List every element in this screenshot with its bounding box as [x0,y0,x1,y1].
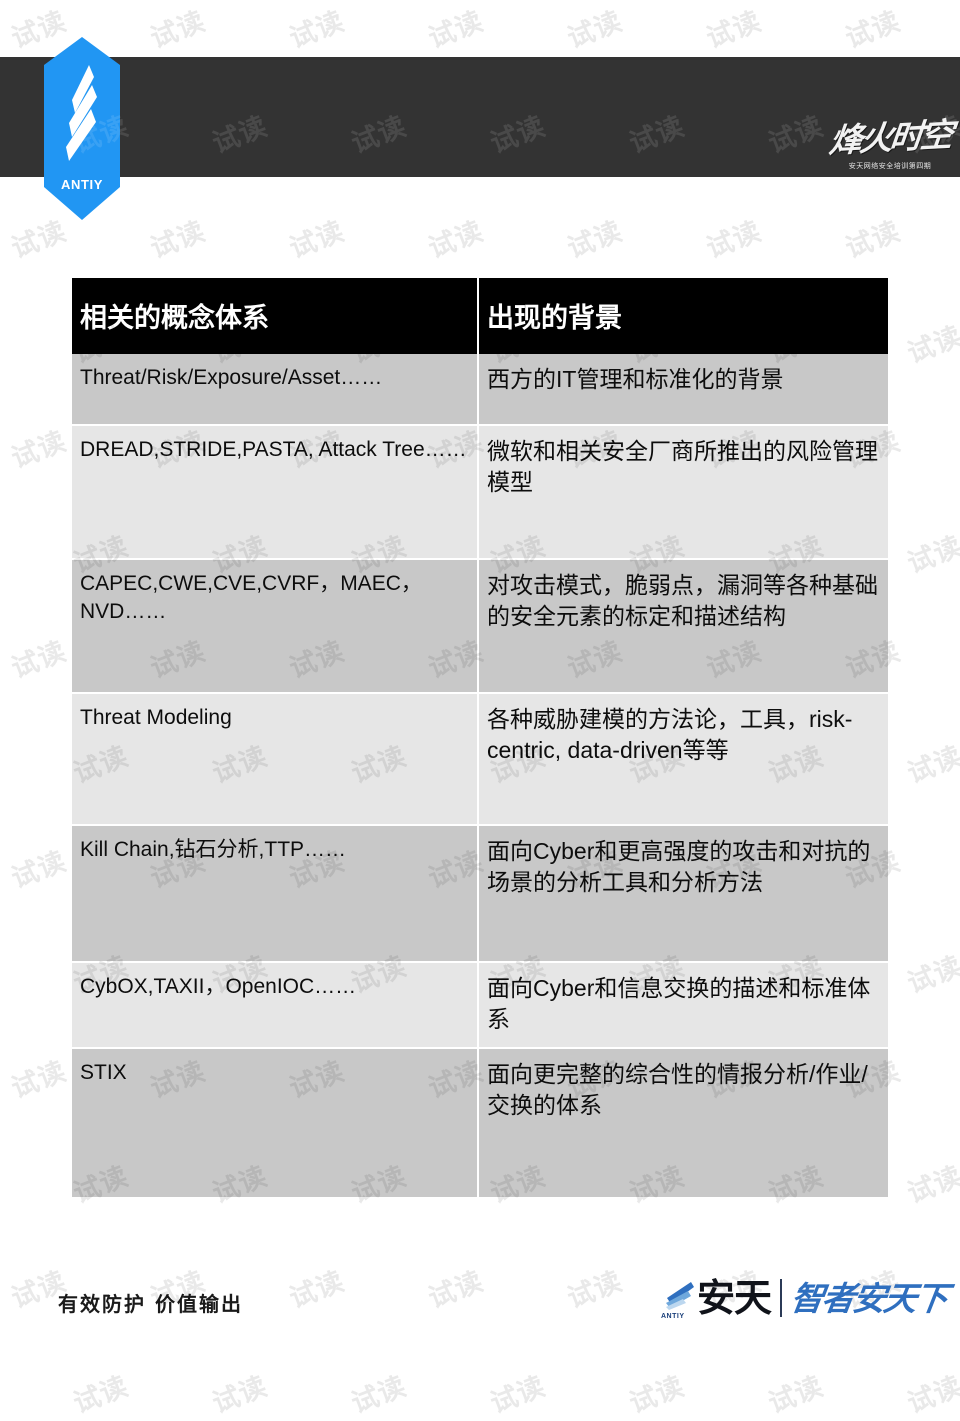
watermark-text: 试读 [7,635,71,684]
brand-divider [780,1279,782,1317]
watermark-text: 试读 [7,845,71,894]
cell-concept: CAPEC,CWE,CVE,CVRF，MAEC，NVD…… [72,559,479,694]
brand-antiy-en: ANTIY [660,1313,685,1320]
cell-background: 各种威胁建模的方法论，工具，risk-centric, data-driven等… [478,693,888,826]
watermark-text: 试读 [702,215,766,264]
table-row: Kill Chain,钻石分析,TTP…… 面向Cyber和更高强度的攻击和对抗… [72,825,888,963]
antiy-wordmark: ANTIY [61,177,103,192]
cell-concept: Threat/Risk/Exposure/Asset…… [72,354,479,426]
course-mark: 烽火时空 安天网络安全培训第四期 [827,66,953,171]
cell-background: 面向Cyber和更高强度的攻击和对抗的场景的分析工具和分析方法 [478,825,888,963]
header-band [0,57,960,177]
watermark-text: 试读 [903,530,960,579]
footer-slogan: 有效防护 价值输出 [58,1292,243,1316]
watermark-text: 试读 [903,1160,960,1209]
watermark-text: 试读 [69,1370,133,1419]
table-row: CAPEC,CWE,CVE,CVRF，MAEC，NVD…… 对攻击模式，脆弱点，… [72,559,888,694]
watermark-text: 试读 [285,1265,349,1314]
watermark-text: 试读 [563,1265,627,1314]
cell-background: 面向Cyber和信息交换的描述和标准体系 [478,962,888,1050]
watermark-text: 试读 [347,1370,411,1419]
antiy-swoosh-icon: ANTIY [660,1278,695,1320]
watermark-text: 试读 [424,1265,488,1314]
watermark-text: 试读 [841,215,905,264]
watermark-text: 试读 [285,215,349,264]
watermark-text: 试读 [903,950,960,999]
watermark-text: 试读 [424,5,488,54]
watermark-text: 试读 [486,1370,550,1419]
brand-antiy-cn: 安天 [696,1276,772,1320]
watermark-text: 试读 [7,1055,71,1104]
watermark-text: 试读 [903,320,960,369]
watermark-text: 试读 [903,740,960,789]
cell-background: 微软和相关安全厂商所推出的风险管理模型 [478,425,888,560]
cell-background: 对攻击模式，脆弱点，漏洞等各种基础的安全元素的标定和描述结构 [478,559,888,694]
table-row: STIX 面向更完整的综合性的情报分析/作业/交换的体系 [72,1048,888,1200]
table-row: CybOX,TAXII，OpenIOC…… 面向Cyber和信息交换的描述和标准… [72,962,888,1050]
watermark-text: 试读 [903,1370,960,1419]
watermark-text: 试读 [146,5,210,54]
cell-background: 西方的IT管理和标准化的背景 [478,354,888,426]
concept-table: 相关的概念体系 出现的背景 Threat/Risk/Exposure/Asset… [72,278,888,1200]
brand-tagline: 智者安天下 [788,1278,949,1318]
cell-concept: CybOX,TAXII，OpenIOC…… [72,962,479,1050]
course-subtitle: 安天网络安全培训第四期 [848,163,932,170]
footer-brand-lockup: ANTIY 安天 智者安天下 [660,1272,949,1324]
course-calligraphy: 烽火时空 [827,114,953,161]
cell-concept: Kill Chain,钻石分析,TTP…… [72,825,479,963]
table-row: Threat/Risk/Exposure/Asset…… 西方的IT管理和标准化… [72,354,888,426]
table-header-row: 相关的概念体系 出现的背景 [72,278,888,354]
cell-concept: STIX [72,1048,479,1200]
table-row: Threat Modeling 各种威胁建模的方法论，工具，risk-centr… [72,693,888,826]
watermark-text: 试读 [208,1370,272,1419]
column-header-concept: 相关的概念体系 [72,278,479,354]
watermark-text: 试读 [563,5,627,54]
antiy-logo: ANTIY [42,37,122,220]
watermark-text: 试读 [841,5,905,54]
watermark-text: 试读 [625,1370,689,1419]
watermark-text: 试读 [563,215,627,264]
watermark-text: 试读 [7,425,71,474]
column-header-background: 出现的背景 [478,278,888,354]
watermark-text: 试读 [424,215,488,264]
cell-concept: DREAD,STRIDE,PASTA, Attack Tree…… [72,425,479,560]
cell-concept: Threat Modeling [72,693,479,826]
antiy-logo-icon: ANTIY [44,37,120,220]
cell-background: 面向更完整的综合性的情报分析/作业/交换的体系 [478,1048,888,1200]
watermark-text: 试读 [702,5,766,54]
watermark-text: 试读 [146,215,210,264]
watermark-text: 试读 [764,1370,828,1419]
watermark-text: 试读 [285,5,349,54]
table-row: DREAD,STRIDE,PASTA, Attack Tree…… 微软和相关安… [72,425,888,560]
